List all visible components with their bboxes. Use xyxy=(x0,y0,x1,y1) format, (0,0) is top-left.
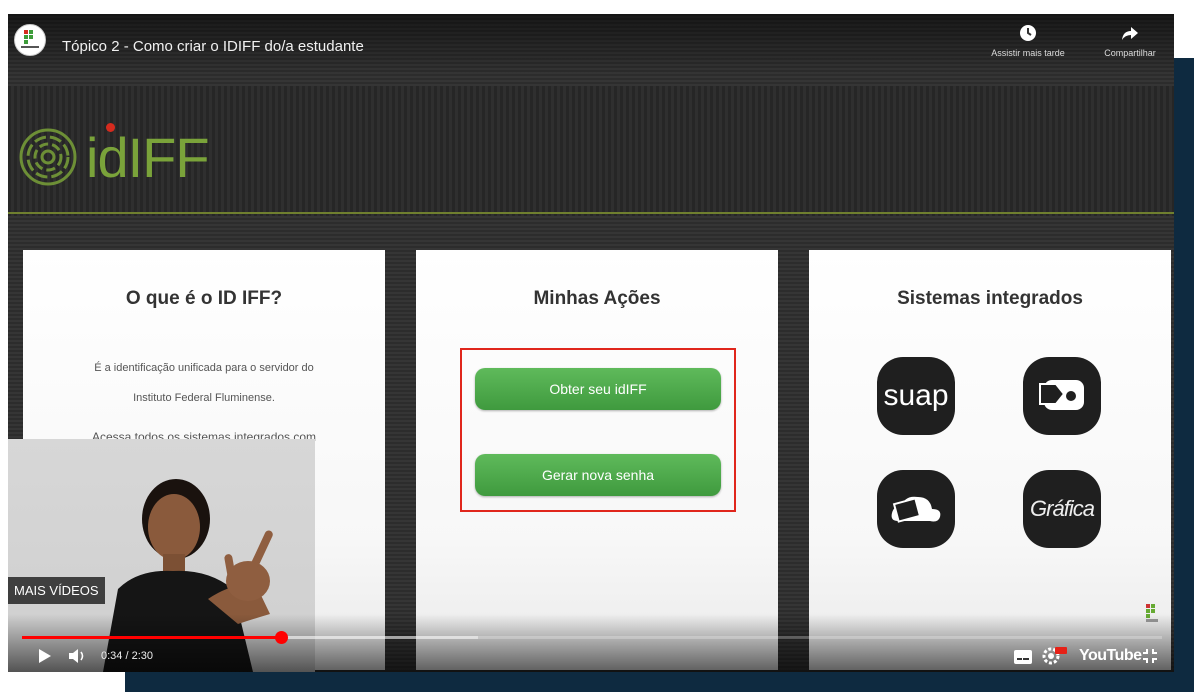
header-divider xyxy=(8,212,1174,214)
mail-tag-glyph xyxy=(1039,380,1084,410)
volume-button[interactable] xyxy=(68,648,88,669)
email-tag-icon[interactable] xyxy=(1023,357,1101,435)
grafica-icon[interactable]: Gráfica xyxy=(1023,470,1101,548)
share-label: Compartilhar xyxy=(1104,48,1156,58)
settings-button[interactable] xyxy=(1042,647,1068,670)
video-title[interactable]: Tópico 2 - Como criar o IDIFF do/a estud… xyxy=(62,38,364,55)
idiff-logo: idIFF xyxy=(18,122,210,192)
more-videos-button[interactable]: MAIS VÍDEOS xyxy=(8,577,105,604)
progress-played xyxy=(22,636,281,639)
channel-avatar[interactable] xyxy=(14,24,46,56)
fullscreen-exit-icon xyxy=(1143,649,1157,663)
fingerprint-icon xyxy=(19,128,77,186)
card-integrated-systems: Sistemas integrados xyxy=(809,250,1171,670)
exit-fullscreen-button[interactable] xyxy=(1142,648,1158,669)
card-text-line: Instituto Federal Fluminense. xyxy=(133,392,275,404)
play-button[interactable] xyxy=(38,648,52,669)
card-title: Minhas Ações xyxy=(533,288,661,309)
card-text-line: É a identificação unificada para o servi… xyxy=(94,362,314,374)
volume-icon xyxy=(69,649,84,663)
generate-new-password-button[interactable]: Gerar nova senha xyxy=(475,454,721,496)
watch-later-button[interactable]: Assistir mais tarde xyxy=(988,24,1068,58)
youtube-logo[interactable]: YouTube xyxy=(1079,647,1142,665)
grafica-label: Gráfica xyxy=(1030,496,1095,521)
share-button[interactable]: Compartilhar xyxy=(1090,24,1170,58)
clock-icon xyxy=(1019,24,1037,42)
controls-gradient xyxy=(8,614,1174,672)
instituto-federal-logo-icon xyxy=(21,30,39,48)
cloud-box-icon[interactable] xyxy=(877,470,955,548)
logo-red-dot xyxy=(106,122,115,132)
gear-hd-icon xyxy=(1042,647,1067,665)
time-display: 0:34 / 2:30 xyxy=(101,650,153,662)
suap-label: suap xyxy=(883,379,949,412)
video-player[interactable]: idIFF O que é o ID IFF? É a identificaçã… xyxy=(8,14,1174,672)
share-arrow-icon xyxy=(1121,24,1139,42)
progress-scrubber[interactable] xyxy=(275,631,288,644)
suap-icon[interactable]: suap xyxy=(877,357,955,435)
card-title: Sistemas integrados xyxy=(897,288,1083,309)
obtain-idiff-button[interactable]: Obter seu idIFF xyxy=(475,368,721,410)
logo-text: idIFF xyxy=(86,122,210,190)
subtitles-button[interactable] xyxy=(1014,650,1032,669)
play-icon xyxy=(39,649,51,663)
watch-later-label: Assistir mais tarde xyxy=(991,48,1065,58)
subtitles-icon xyxy=(1014,650,1032,664)
card-title: O que é o ID IFF? xyxy=(125,288,283,309)
cloud-box-glyph xyxy=(891,496,941,523)
